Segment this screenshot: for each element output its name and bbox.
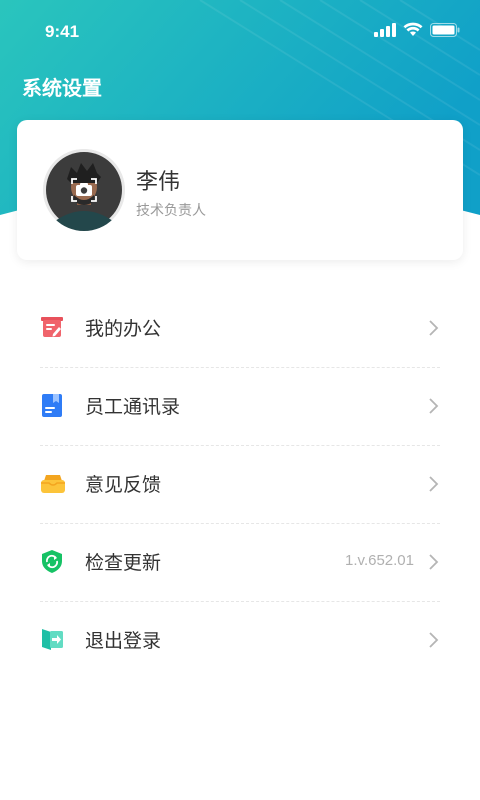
menu-label: 员工通讯录 [85, 396, 181, 418]
chevron-right-icon [428, 552, 440, 572]
office-icon [40, 315, 64, 339]
camera-icon[interactable] [70, 177, 98, 207]
menu-item-logout[interactable]: 退出登录 [40, 602, 440, 679]
chevron-right-icon [428, 396, 440, 416]
menu-label: 我的办公 [85, 318, 162, 340]
status-time: 9:41 [45, 22, 80, 41]
profile-card[interactable]: 李伟 技术负责人 [17, 120, 463, 260]
menu-label: 意见反馈 [85, 474, 162, 496]
version-text: 1.v.652.01 [345, 552, 414, 569]
chevron-right-icon [428, 630, 440, 650]
avatar[interactable] [43, 149, 125, 231]
wifi-icon [403, 22, 423, 41]
contacts-icon [40, 393, 64, 417]
chevron-right-icon [428, 318, 440, 338]
status-bar: 9:41 [0, 0, 480, 60]
menu-item-feedback[interactable]: 意见反馈 [40, 446, 440, 524]
page-title: 系统设置 [22, 76, 102, 100]
user-role: 技术负责人 [136, 203, 206, 219]
menu-item-contacts[interactable]: 员工通讯录 [40, 368, 440, 446]
chevron-right-icon [428, 474, 440, 494]
settings-menu: 我的办公 员工通讯录 意见反馈 检查更新 1.v.652.01 退出登录 [0, 290, 480, 679]
update-icon [40, 549, 64, 573]
feedback-icon [40, 471, 65, 495]
menu-item-my-office[interactable]: 我的办公 [40, 290, 440, 368]
battery-icon [430, 22, 460, 41]
user-name: 李伟 [136, 170, 181, 195]
menu-label: 检查更新 [85, 552, 162, 574]
logout-icon [40, 627, 64, 651]
menu-label: 退出登录 [85, 630, 162, 652]
cellular-signal-icon [374, 22, 396, 41]
menu-item-check-update[interactable]: 检查更新 1.v.652.01 [40, 524, 440, 602]
